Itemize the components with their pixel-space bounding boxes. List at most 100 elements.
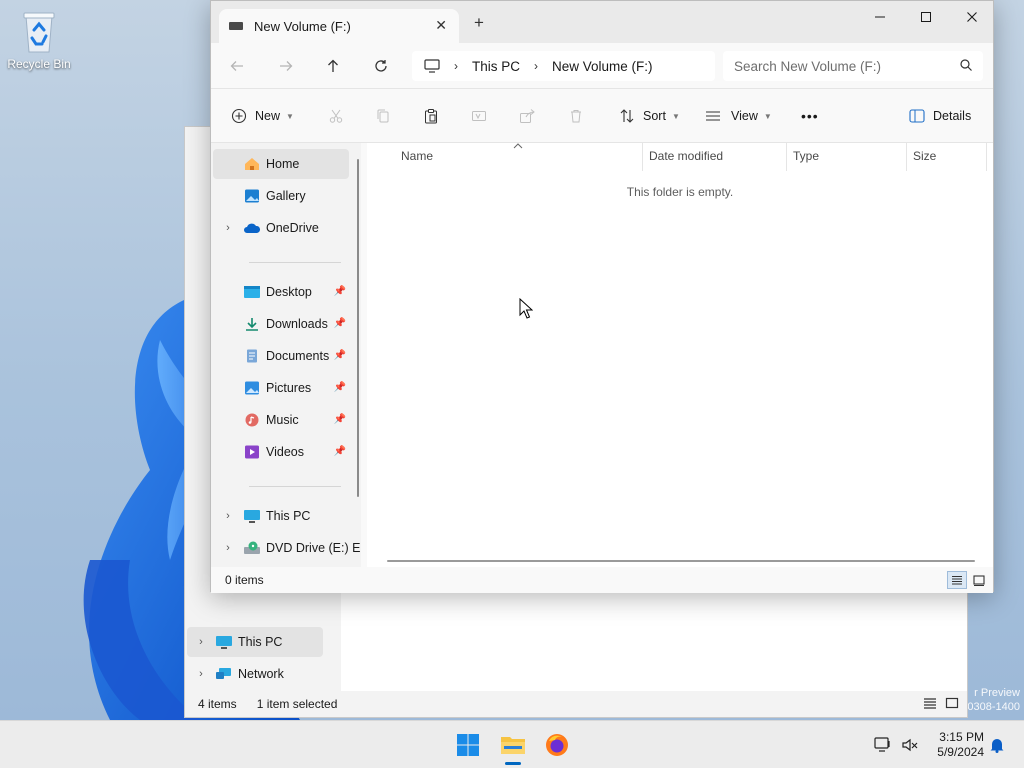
sort-button[interactable]: Sort ▼ (619, 106, 680, 126)
view-lines-icon (706, 111, 720, 121)
sort-ascending-icon (513, 143, 523, 149)
file-explorer-taskbar-button[interactable] (497, 729, 529, 765)
nav-item-videos[interactable]: Videos 📌 (213, 437, 349, 467)
details-view-icon[interactable] (923, 697, 937, 709)
back-status-bar: 4 items 1 item selected (185, 691, 967, 717)
nav-item-music[interactable]: Music 📌 (213, 405, 349, 435)
minimize-button[interactable] (857, 7, 903, 27)
plus-circle-icon (231, 108, 247, 124)
new-label: New (255, 109, 281, 123)
recycle-bin-label: Recycle Bin (7, 57, 71, 71)
column-divider[interactable] (642, 143, 643, 171)
nav-divider (249, 486, 341, 487)
column-divider[interactable] (786, 143, 787, 171)
forward-button[interactable] (275, 55, 297, 77)
nav-item-dvd-drive[interactable]: › DVD Drive (E:) ES (213, 533, 361, 563)
firefox-taskbar-button[interactable] (541, 729, 573, 761)
dvd-drive-icon (244, 541, 260, 554)
back-button[interactable] (226, 55, 248, 77)
pin-icon[interactable]: 📌 (334, 350, 346, 361)
gallery-icon (245, 189, 259, 203)
paste-button[interactable] (423, 106, 439, 126)
chevron-right-icon[interactable]: › (213, 542, 243, 554)
nav-item-label: Downloads (266, 317, 328, 331)
chevron-right-icon[interactable]: › (187, 668, 215, 680)
computer-icon (244, 510, 260, 523)
address-bar[interactable]: › This PC › New Volume (F:) (412, 51, 715, 81)
nav-item-this-pc[interactable]: › This PC (213, 501, 349, 531)
pin-icon[interactable]: 📌 (334, 286, 346, 297)
chevron-down-icon: ▼ (671, 111, 680, 121)
column-divider[interactable] (986, 143, 987, 171)
share-button[interactable] (519, 106, 535, 126)
network-status-icon[interactable] (874, 737, 892, 753)
copy-button[interactable] (375, 106, 391, 126)
navigation-pane: Home Gallery › OneDrive Desktop 📌 Downlo… (211, 143, 361, 567)
pin-icon[interactable]: 📌 (334, 382, 346, 393)
os-watermark: r Preview 0308-1400 (967, 686, 1020, 714)
refresh-button[interactable] (370, 55, 392, 77)
new-button[interactable]: New ▼ (231, 106, 294, 126)
notification-bell-icon[interactable] (989, 737, 1005, 753)
chevron-right-icon[interactable]: › (187, 636, 215, 648)
recycle-bin-shortcut[interactable]: Recycle Bin (4, 8, 74, 71)
file-list[interactable]: Name Date modified Type Size This folder… (367, 143, 993, 567)
close-tab-icon[interactable]: ✕ (435, 17, 447, 34)
view-button[interactable]: View ▼ (705, 106, 772, 126)
nav-item-onedrive[interactable]: › OneDrive (213, 213, 349, 243)
column-divider[interactable] (906, 143, 907, 171)
nav-item-home[interactable]: Home (213, 149, 349, 179)
pin-icon[interactable]: 📌 (334, 318, 346, 329)
tab-new-volume[interactable]: New Volume (F:) ✕ (219, 9, 459, 43)
system-clock[interactable]: 3:15 PM 5/9/2024 (928, 730, 984, 760)
volume-muted-icon[interactable] (901, 737, 919, 753)
up-button[interactable] (322, 55, 344, 77)
file-explorer-window[interactable]: New Volume (F:) ✕ + › This PC › New Volu… (210, 0, 994, 593)
column-header-name[interactable]: Name (401, 149, 433, 165)
documents-icon (247, 349, 257, 363)
nav-item-desktop[interactable]: Desktop 📌 (213, 277, 349, 307)
tiles-view-button[interactable] (969, 571, 989, 589)
start-button[interactable] (452, 729, 484, 761)
new-tab-button[interactable]: + (474, 13, 484, 33)
breadcrumb-current[interactable]: New Volume (F:) (552, 59, 653, 74)
rename-icon (472, 111, 486, 121)
column-header-type[interactable]: Type (793, 149, 819, 165)
title-bar[interactable]: New Volume (F:) ✕ + (211, 1, 993, 43)
nav-item-downloads[interactable]: Downloads 📌 (213, 309, 349, 339)
see-more-button[interactable]: ••• (801, 106, 819, 126)
horizontal-scrollbar[interactable] (387, 560, 975, 562)
nav-item-pictures[interactable]: Pictures 📌 (213, 373, 349, 403)
breadcrumb-this-pc[interactable]: This PC (472, 59, 520, 74)
column-header-size[interactable]: Size (913, 149, 936, 165)
column-header-date-modified[interactable]: Date modified (649, 149, 723, 165)
details-view-button[interactable] (947, 571, 967, 589)
chevron-right-icon[interactable]: › (454, 59, 458, 73)
chevron-right-icon[interactable]: › (213, 222, 243, 234)
status-bar: 0 items (211, 567, 993, 593)
pin-icon[interactable]: 📌 (334, 414, 346, 425)
nav-item-label: Desktop (266, 285, 312, 299)
details-pane-button[interactable]: Details (909, 106, 971, 126)
maximize-button[interactable] (903, 7, 949, 27)
tiles-view-icon[interactable] (945, 697, 959, 709)
pin-icon[interactable]: 📌 (334, 446, 346, 457)
nav-scrollbar[interactable] (357, 159, 359, 497)
search-icon (960, 59, 972, 71)
nav-item-label: This PC (266, 509, 311, 523)
back-nav-item-network[interactable]: › Network (187, 659, 323, 689)
drive-icon (229, 22, 243, 30)
rename-button[interactable] (471, 106, 487, 126)
close-window-button[interactable] (949, 7, 995, 27)
videos-icon (245, 445, 259, 459)
search-input[interactable]: Search New Volume (F:) (723, 51, 983, 81)
delete-button[interactable] (568, 106, 584, 126)
nav-item-documents[interactable]: Documents 📌 (213, 341, 349, 371)
item-count: 0 items (225, 573, 264, 587)
nav-item-gallery[interactable]: Gallery (213, 181, 349, 211)
cut-button[interactable] (328, 106, 344, 126)
view-label: View (731, 109, 758, 123)
back-nav-item-this-pc[interactable]: › This PC (187, 627, 323, 657)
chevron-right-icon[interactable]: › (534, 59, 538, 73)
chevron-right-icon[interactable]: › (213, 510, 243, 522)
